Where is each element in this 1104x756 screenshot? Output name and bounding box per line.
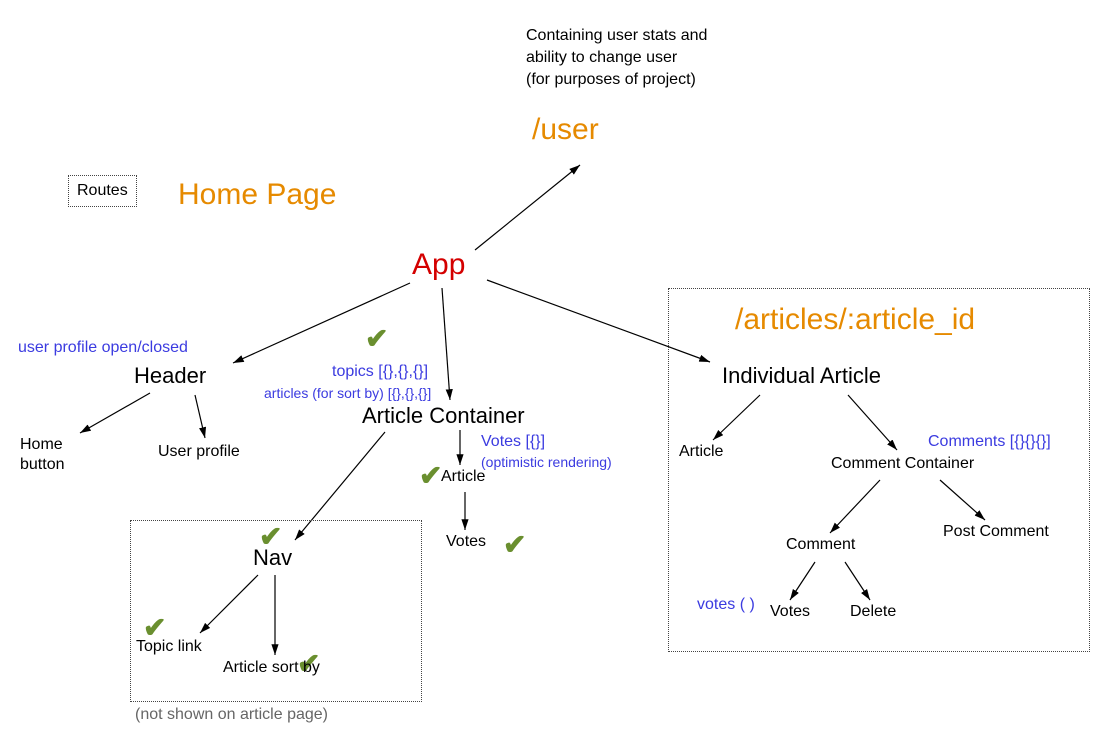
post-comment-node: Post Comment [943,523,1049,541]
check-icon: ✔ [365,325,388,353]
routes-label: Routes [77,182,128,199]
nav-footer-note: (not shown on article page) [135,706,328,724]
article-container-node: Article Container [362,403,525,429]
comment-container-node: Comment Container [831,455,974,473]
comments-note: Comments [{}{}{}] [928,433,1051,451]
individual-article-route: /articles/:article_id [735,303,975,337]
user-route: /user [532,113,599,147]
topic-link-node: Topic link [136,638,202,656]
user-desc-1: Containing user stats and [526,27,707,45]
routes-legend-box: Routes [68,175,137,207]
home-page-title: Home Page [178,178,336,212]
nav-node: Nav [253,545,292,571]
article-sort-by-node: Article sort by [223,659,320,677]
comment-node: Comment [786,536,855,554]
user-desc-2: ability to change user [526,49,677,67]
votes-note-1: Votes [{}] [481,433,545,451]
home-button-2: button [20,456,64,474]
header-node: Header [134,363,206,389]
topics-note: topics [{},{},{}] [332,363,428,381]
user-profile-node: User profile [158,443,240,461]
votes-node: Votes [446,533,486,551]
article-node: Article [441,468,485,486]
home-button-1: Home [20,436,63,454]
article-node-2: Article [679,443,723,461]
delete-node: Delete [850,603,896,621]
check-icon: ✔ [419,462,442,490]
articles-sort-note: articles (for sort by) [{},{},{}] [264,385,431,401]
votes-node-2: Votes [770,603,810,621]
votes-paren-note: votes ( ) [697,596,755,614]
individual-article-node: Individual Article [722,363,881,389]
app-node: App [412,248,465,282]
check-icon: ✔ [503,531,526,559]
votes-note-2: (optimistic rendering) [481,454,612,470]
user-profile-open-closed-note: user profile open/closed [18,339,188,357]
user-desc-3: (for purposes of project) [526,71,696,89]
